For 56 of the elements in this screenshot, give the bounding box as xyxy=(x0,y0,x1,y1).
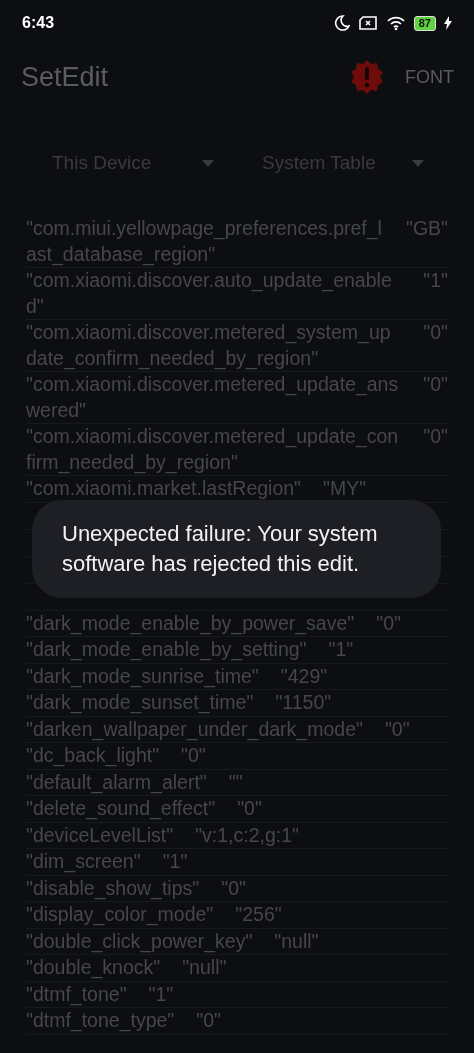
setting-value[interactable]: "0" xyxy=(423,424,448,475)
setting-key[interactable]: "dark_mode_sunrise_time" xyxy=(26,663,259,689)
font-button[interactable]: FONT xyxy=(405,62,454,92)
setting-value[interactable]: "MY" xyxy=(323,476,367,502)
setting-key[interactable]: "disable_show_tips" xyxy=(26,875,200,901)
setting-key[interactable]: "deviceLevelList" xyxy=(26,822,174,848)
wifi-icon xyxy=(385,15,406,31)
setting-key[interactable]: "com.xiaomi.discover.metered_update_confirm_needed_by_region" xyxy=(26,424,424,475)
toast-message-text: Unexpected failure: Your system software has rejected this edit. xyxy=(62,520,379,578)
setting-value[interactable]: "1" xyxy=(162,849,188,875)
setting-value[interactable]: "256" xyxy=(235,902,282,928)
moon-icon xyxy=(333,15,350,31)
setting-key[interactable]: "dtmf_tone" xyxy=(26,981,127,1007)
setting-key[interactable]: "dark_mode_enable_by_power_save" xyxy=(26,610,355,636)
dropdown-arrow-icon xyxy=(412,159,424,167)
battery-level: 87 xyxy=(413,15,436,31)
setting-value[interactable]: "0" xyxy=(423,320,448,371)
setting-key[interactable]: "com.miui.yellowpage_preferences.pref_last_database_region" xyxy=(26,216,406,267)
setting-value[interactable]: "null" xyxy=(274,928,319,954)
setting-key[interactable]: "dtmf_tone_type" xyxy=(26,1008,175,1034)
setting-key[interactable]: "double_knock" xyxy=(26,955,161,981)
setting-key[interactable]: "delete_sound_effect" xyxy=(26,796,216,822)
setting-key[interactable]: "com.xiaomi.discover.metered_system_update_confirm_needed_by_region" xyxy=(26,320,424,371)
setting-value[interactable]: "0" xyxy=(384,716,410,742)
setting-value[interactable]: "1" xyxy=(148,981,174,1007)
setting-key[interactable]: "dark_mode_enable_by_setting" xyxy=(26,637,307,663)
setting-key[interactable]: "com.xiaomi.market.lastRegion" xyxy=(26,476,302,502)
setting-key[interactable]: "com.xiaomi.discover.auto_update_enabled" xyxy=(26,268,424,319)
dropdown-arrow-icon xyxy=(202,159,214,167)
setting-value[interactable]: "null" xyxy=(182,955,227,981)
setting-value[interactable]: "429" xyxy=(280,663,328,689)
setting-value[interactable]: "" xyxy=(228,769,243,795)
setting-key[interactable]: "darken_wallpaper_under_dark_mode" xyxy=(26,716,363,742)
setting-key[interactable]: "dc_back_light" xyxy=(26,743,160,769)
setting-value[interactable]: "0" xyxy=(221,875,246,901)
setting-key[interactable]: "display_color_mode" xyxy=(26,902,214,928)
setting-value[interactable]: "1150" xyxy=(275,690,332,716)
setting-key[interactable]: "dim_screen" xyxy=(26,849,141,875)
setting-key[interactable]: "dark_mode_sunset_time" xyxy=(26,690,254,716)
setting-key[interactable]: "default_alarm_alert" xyxy=(26,769,207,795)
setting-value[interactable]: "1" xyxy=(423,268,448,319)
setting-value[interactable]: "1" xyxy=(328,637,354,663)
sim-card-icon xyxy=(357,15,378,31)
setting-value[interactable]: "0" xyxy=(423,372,448,423)
setting-value[interactable]: "0" xyxy=(376,610,401,636)
clock: 6:43 xyxy=(22,14,56,32)
charging-bolt-icon xyxy=(444,16,452,30)
setting-value[interactable]: "0" xyxy=(181,743,206,769)
setting-value[interactable]: "0" xyxy=(196,1008,221,1034)
setting-value[interactable]: "GB" xyxy=(405,216,448,267)
setting-value[interactable]: "v:1,c:2,g:1" xyxy=(195,822,299,848)
app-title: SetEdit xyxy=(21,61,110,93)
setting-key[interactable]: "double_click_power_key" xyxy=(26,928,253,954)
setting-key[interactable]: "com.xiaomi.discover.metered_update_answered" xyxy=(26,372,424,423)
alert-badge-icon[interactable] xyxy=(349,59,385,95)
setting-value[interactable]: "0" xyxy=(237,796,262,822)
